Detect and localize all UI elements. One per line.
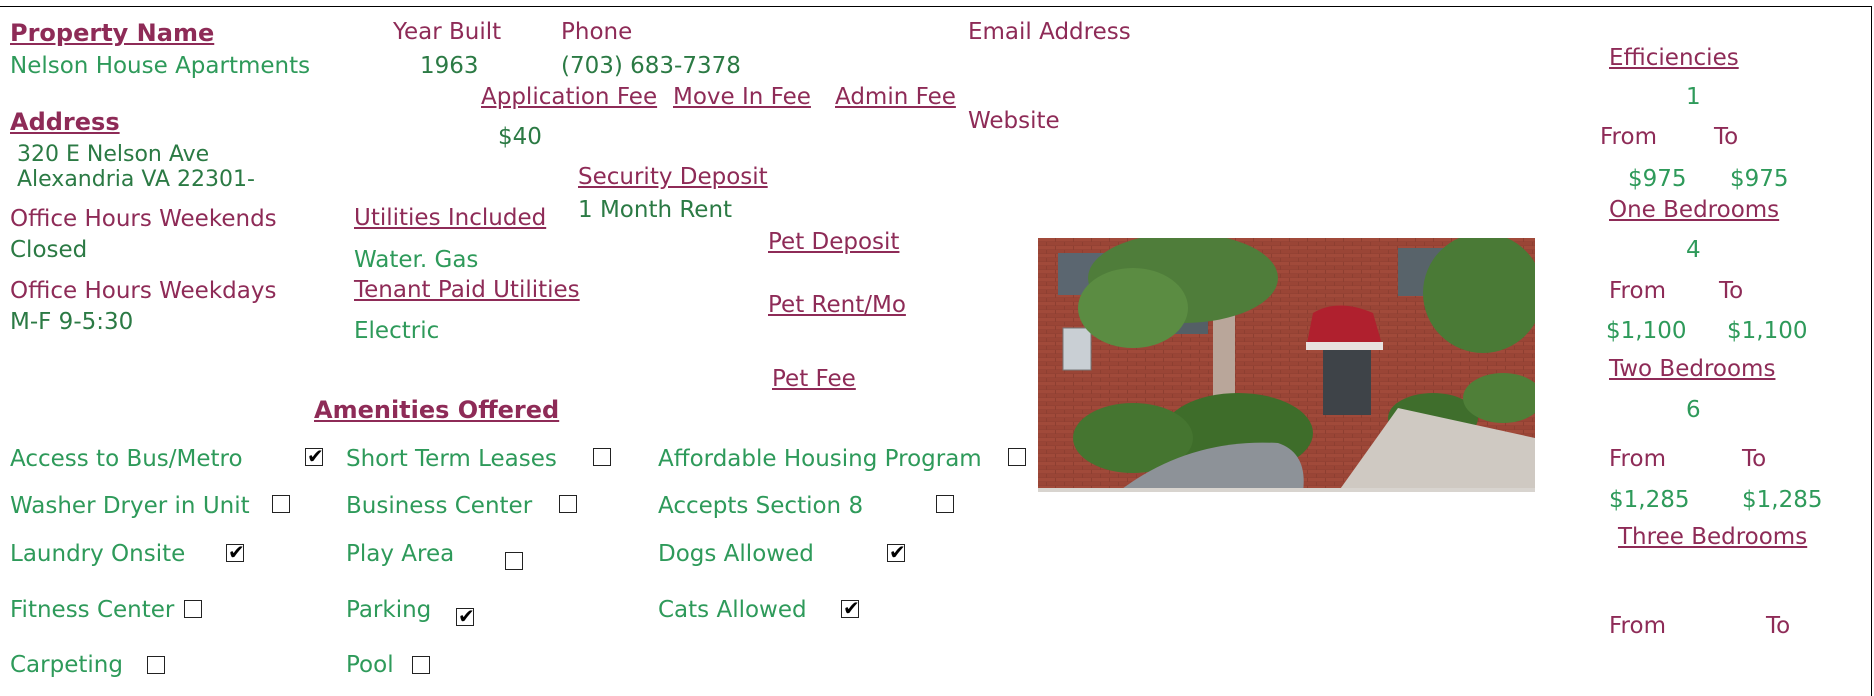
amenity-label: Business Center xyxy=(346,493,533,519)
amenity-label: Accepts Section 8 xyxy=(658,493,864,519)
year-built-label: Year Built xyxy=(393,19,502,45)
efficiencies-to-label: To xyxy=(1714,124,1739,150)
one-bedrooms-to: $1,100 xyxy=(1727,318,1808,344)
efficiencies-count: 1 xyxy=(1686,84,1701,110)
tenant-paid-utilities: Electric xyxy=(354,318,440,344)
utilities-included-label: Utilities Included xyxy=(354,205,547,231)
amenity-label: Pool xyxy=(346,652,394,678)
amenity-checkbox[interactable] xyxy=(226,540,245,564)
tenant-paid-utilities-label: Tenant Paid Utilities xyxy=(354,277,580,303)
amenity-label: Fitness Center xyxy=(10,597,175,623)
email-label: Email Address xyxy=(968,19,1131,45)
two-bedrooms-from-label: From xyxy=(1609,446,1666,472)
two-bedrooms-label: Two Bedrooms xyxy=(1609,356,1776,382)
three-bedrooms-label: Three Bedrooms xyxy=(1618,524,1808,550)
efficiencies-from: $975 xyxy=(1628,166,1687,192)
one-bedrooms-from: $1,100 xyxy=(1606,318,1687,344)
amenity-label: Short Term Leases xyxy=(346,446,557,472)
efficiencies-from-label: From xyxy=(1600,124,1657,150)
property-photo-image xyxy=(1038,238,1535,492)
phone: (703) 683-7378 xyxy=(561,53,741,79)
phone-label: Phone xyxy=(561,19,633,45)
utilities-included: Water. Gas xyxy=(354,247,479,273)
address-line2: Alexandria VA 22301- xyxy=(17,167,255,192)
office-hours-weekdays-label: Office Hours Weekdays xyxy=(10,278,277,304)
two-bedrooms-from: $1,285 xyxy=(1609,487,1690,513)
amenity-checkbox[interactable] xyxy=(147,656,165,674)
amenity-label: Affordable Housing Program xyxy=(658,446,982,472)
amenity-checkbox[interactable] xyxy=(887,540,906,564)
office-hours-weekends: Closed xyxy=(10,237,88,263)
amenity-label: Dogs Allowed xyxy=(658,541,814,567)
security-deposit-label: Security Deposit xyxy=(578,164,768,190)
pet-deposit-label: Pet Deposit xyxy=(768,229,900,255)
property-photo xyxy=(1038,238,1535,492)
pet-fee-label: Pet Fee xyxy=(772,366,856,392)
amenities-title: Amenities Offered xyxy=(314,396,560,424)
move-in-fee-label: Move In Fee xyxy=(673,84,811,110)
website-label: Website xyxy=(968,108,1060,134)
amenity-checkbox[interactable] xyxy=(272,495,290,513)
amenity-checkbox[interactable] xyxy=(593,448,611,466)
amenity-label: Laundry Onsite xyxy=(10,541,186,567)
two-bedrooms-to-label: To xyxy=(1742,446,1767,472)
amenity-checkbox[interactable] xyxy=(559,495,577,513)
amenity-checkbox[interactable] xyxy=(841,596,860,620)
office-hours-weekdays: M-F 9-5:30 xyxy=(10,309,134,335)
three-bedrooms-from-label: From xyxy=(1609,613,1666,639)
amenity-checkbox[interactable] xyxy=(505,552,523,570)
one-bedrooms-from-label: From xyxy=(1609,278,1666,304)
one-bedrooms-label: One Bedrooms xyxy=(1609,197,1780,223)
amenity-label: Play Area xyxy=(346,541,455,567)
pet-rent-label: Pet Rent/Mo xyxy=(768,292,906,318)
amenity-checkbox[interactable] xyxy=(456,604,475,628)
one-bedrooms-to-label: To xyxy=(1719,278,1744,304)
amenity-label: Carpeting xyxy=(10,652,123,678)
application-fee: $40 xyxy=(498,124,542,150)
amenity-label: Washer Dryer in Unit xyxy=(10,493,250,519)
amenity-label: Cats Allowed xyxy=(658,597,807,623)
address-line1: 320 E Nelson Ave xyxy=(17,142,210,167)
office-hours-weekends-label: Office Hours Weekends xyxy=(10,206,277,232)
property-name-label: Property Name xyxy=(10,19,215,47)
amenity-checkbox[interactable] xyxy=(184,600,202,618)
two-bedrooms-count: 6 xyxy=(1686,397,1701,423)
amenity-checkbox[interactable] xyxy=(412,656,430,674)
amenity-checkbox[interactable] xyxy=(936,495,954,513)
amenity-checkbox[interactable] xyxy=(305,444,324,468)
admin-fee-label: Admin Fee xyxy=(835,84,956,110)
amenity-checkbox[interactable] xyxy=(1008,448,1026,466)
three-bedrooms-to-label: To xyxy=(1766,613,1791,639)
one-bedrooms-count: 4 xyxy=(1686,237,1701,263)
property-name: Nelson House Apartments xyxy=(10,53,311,79)
efficiencies-to: $975 xyxy=(1730,166,1789,192)
year-built: 1963 xyxy=(420,53,479,79)
amenity-label: Parking xyxy=(346,597,432,623)
security-deposit: 1 Month Rent xyxy=(578,197,733,223)
two-bedrooms-to: $1,285 xyxy=(1742,487,1823,513)
application-fee-label: Application Fee xyxy=(481,84,658,110)
amenity-label: Access to Bus/Metro xyxy=(10,446,243,472)
efficiencies-label: Efficiencies xyxy=(1609,45,1739,71)
address-label: Address xyxy=(10,108,120,136)
